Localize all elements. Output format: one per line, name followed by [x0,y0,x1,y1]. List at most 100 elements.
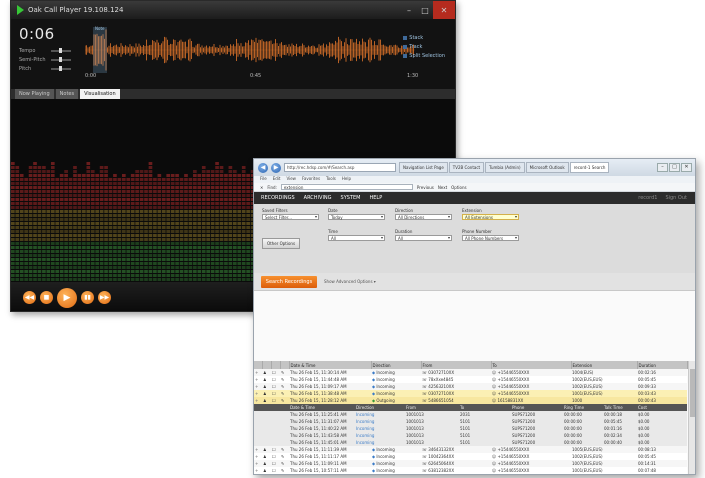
expand-icon[interactable]: + [254,397,262,404]
note-icon[interactable]: ✎ [280,467,289,474]
find-next-button[interactable]: Next [438,185,447,190]
scrollbar-thumb[interactable] [690,369,695,417]
waveform[interactable]: Note [85,25,415,75]
play-button[interactable]: ▶ [57,287,77,308]
browser-tab[interactable]: Microsoft Outlook [525,162,569,173]
expand-icon[interactable]: + [254,474,262,475]
close-icon[interactable]: ✕ [681,163,692,172]
table-row[interactable]: +♟☐✎Thu 26 Feb 15, 10:55:33 AM◆ Incoming… [254,474,687,475]
note-icon[interactable]: ✎ [280,369,289,376]
subtable-row[interactable]: Thu 26 Feb 15, 11:43:58 AM Incoming 100101… [254,432,687,439]
browser-tab[interactable]: Navigation List Page [399,162,448,173]
filter-select[interactable]: All Phone Numbers [462,235,519,241]
checkbox[interactable]: ☐ [271,390,280,397]
browser-tab[interactable]: TV2B Contact [448,162,485,173]
search-recordings-button[interactable]: Search Recordings [261,276,317,288]
note-icon[interactable]: ✎ [280,460,289,467]
find-options-button[interactable]: Options [451,185,466,190]
checkbox[interactable]: ☐ [271,474,280,475]
results-scrollbar[interactable] [688,361,695,474]
subtable-row[interactable]: Thu 26 Feb 15, 11:25:41 AM Incoming 100101… [254,411,687,418]
note-icon[interactable]: ✎ [280,446,289,453]
table-row[interactable]: + ♟ ☐ ✎ Thu 26 Feb 15, 11:09:17 AM ◆ Incoming… [254,383,687,390]
checkbox-icon[interactable] [403,53,408,58]
table-row[interactable]: + ♟ ☐ ✎ Thu 26 Feb 15, 11:30:14 AM ◆ Incoming… [254,369,687,376]
filter-select[interactable]: All Extensions [462,214,519,220]
checkbox-icon[interactable] [403,44,408,49]
filter-select[interactable]: All [328,235,385,241]
filter-select[interactable]: Select Filter... [262,214,319,220]
expand-icon[interactable]: + [254,467,262,474]
app-nav-item[interactable]: HELP [369,195,382,201]
app-nav-item[interactable]: ARCHIVING [304,195,332,201]
expand-icon[interactable]: + [254,446,262,453]
note-icon[interactable]: ✎ [280,453,289,460]
checkbox[interactable]: ☐ [271,467,280,474]
filter-select[interactable]: Today [328,214,385,220]
forward-icon[interactable]: ▶ [271,162,281,173]
channel-option[interactable]: Split Selection [403,51,445,60]
checkbox[interactable]: ☐ [271,376,280,383]
channel-option[interactable]: Stack [403,33,445,42]
find-previous-button[interactable]: Previous [417,185,434,190]
column-header[interactable]: Date & Time [289,361,372,369]
slider-knob[interactable] [58,47,62,53]
other-options-button[interactable]: Other Options [262,238,300,249]
subtable-row[interactable]: Thu 26 Feb 15, 11:45:01 AM Incoming 100101… [254,439,687,446]
show-advanced-options-link[interactable]: Show Advanced Options ▾ [324,279,376,284]
note-icon[interactable]: ✎ [280,397,289,404]
table-row[interactable]: + ♟ ☐ ✎ Thu 26 Feb 15, 11:38:48 AM ◆ Incoming… [254,390,687,397]
column-header[interactable]: To [491,361,572,369]
menu-item[interactable]: Help [342,176,351,183]
expand-icon[interactable]: + [254,453,262,460]
filter-select[interactable]: All Directions [395,214,452,220]
table-row[interactable]: + ♟ ☐ ✎ Thu 26 Feb 15, 11:28:12 AM ◆ Outgoing… [254,397,687,404]
slider-track[interactable] [51,47,71,53]
slider-knob[interactable] [58,65,62,71]
player-tab[interactable]: Visualisation [80,89,120,99]
player-tab[interactable]: Now Playing [15,89,54,99]
menu-item[interactable]: Favorites [302,176,320,183]
stop-button[interactable]: ■ [40,291,53,304]
close-icon[interactable]: ✕ [433,1,455,19]
maximize-icon[interactable]: □ [669,163,680,172]
note-icon[interactable]: ✎ [280,390,289,397]
subtable-row[interactable]: Thu 26 Feb 15, 11:40:22 AM Incoming 100101… [254,425,687,432]
browser-tab[interactable]: Tumbia (Admin) [485,162,525,173]
app-nav-item[interactable]: SYSTEM [341,195,361,201]
menu-item[interactable]: Edit [273,176,281,183]
menu-item[interactable]: Tools [326,176,336,183]
expand-icon[interactable]: + [254,376,262,383]
slider-knob[interactable] [58,56,62,62]
filter-select[interactable]: All [395,235,452,241]
column-header[interactable]: From [421,361,492,369]
menu-item[interactable]: View [286,176,296,183]
slider-track[interactable] [51,56,71,62]
channel-option[interactable]: Track [403,42,445,51]
minimize-icon[interactable]: – [401,1,417,19]
checkbox[interactable]: ☐ [271,397,280,404]
account-link[interactable]: record1 [638,195,657,201]
note-icon[interactable]: ✎ [280,474,289,475]
checkbox[interactable]: ☐ [271,383,280,390]
note-icon[interactable]: ✎ [280,376,289,383]
table-row[interactable]: + ♟ ☐ ✎ Thu 26 Feb 15, 11:44:48 AM ◆ Incoming… [254,376,687,383]
table-row[interactable]: + ♟ ☐ ✎ Thu 26 Feb 15, 11:11:17 AM ◆ Incoming… [254,453,687,460]
checkbox-icon[interactable] [403,35,408,40]
app-nav-item[interactable]: RECORDINGS [261,195,295,201]
table-row[interactable]: + ♟ ☐ ✎ Thu 26 Feb 15, 10:57:11 AM ◆ Incoming… [254,467,687,474]
checkbox[interactable]: ☐ [271,369,280,376]
player-tab[interactable]: Notes [55,89,79,99]
fast-forward-button[interactable]: ▶▶ [98,291,111,304]
rewind-button[interactable]: ◀◀ [23,291,36,304]
minimize-icon[interactable]: – [657,163,668,172]
maximize-icon[interactable]: □ [417,1,433,19]
back-icon[interactable]: ◀ [258,162,268,173]
subtable-row[interactable]: Thu 26 Feb 15, 11:31:07 AM Incoming 100101… [254,418,687,425]
checkbox[interactable]: ☐ [271,453,280,460]
find-close-icon[interactable]: ✕ [260,185,263,190]
browser-tab[interactable]: record-1 Search [569,162,610,173]
column-header[interactable]: Direction [371,361,422,369]
table-row[interactable]: + ♟ ☐ ✎ Thu 26 Feb 15, 11:11:39 AM ◆ Incoming… [254,446,687,453]
slider-track[interactable] [51,65,71,71]
